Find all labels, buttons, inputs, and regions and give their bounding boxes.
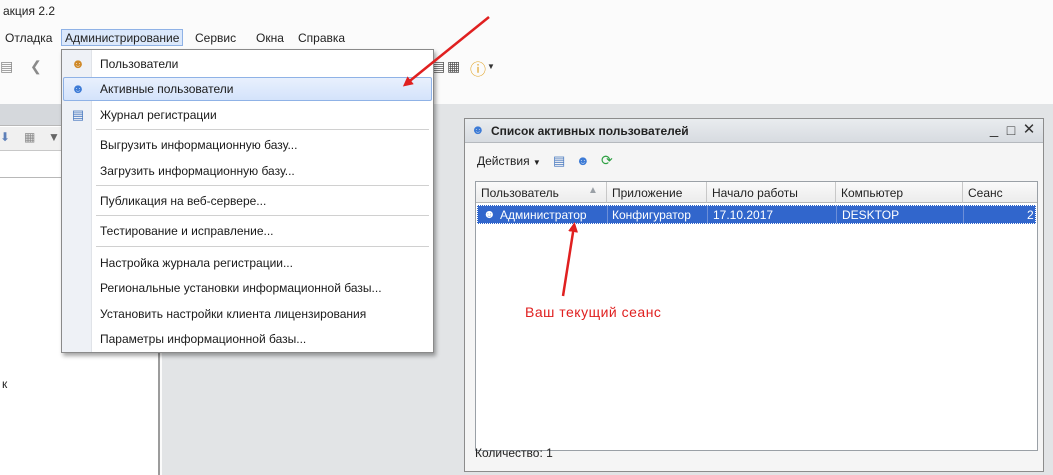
annotation-label: Ваш текущий сеанс: [525, 304, 662, 320]
arrow-to-current-session: [561, 222, 579, 297]
annotation-arrows: [402, 16, 579, 297]
arrow-to-active-users: [402, 16, 490, 87]
